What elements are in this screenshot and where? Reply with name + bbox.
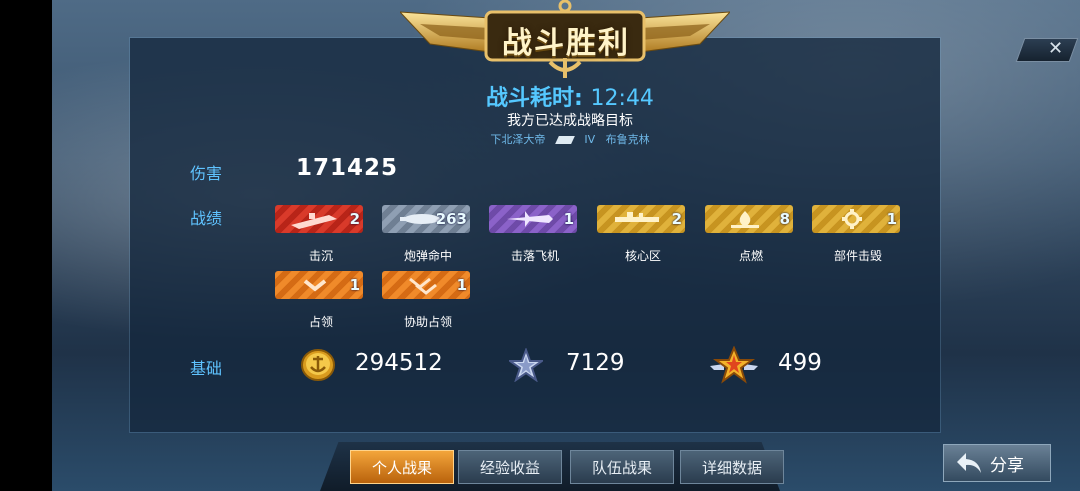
close-button[interactable] <box>1015 38 1079 62</box>
achievement-caption: 击落飞机 <box>510 249 559 263</box>
exp-value: 499 <box>778 350 822 376</box>
ship-sinking-icon <box>291 213 337 229</box>
free-exp-value: 7129 <box>566 350 625 376</box>
share-icon[interactable] <box>956 451 982 475</box>
tab-experience-earnings[interactable]: 经验收益 <box>458 450 562 484</box>
achievement-count: 1 <box>349 276 360 294</box>
achievement-caption: 炮弹命中 <box>403 249 452 263</box>
objective-text: 我方已达成战略目标 <box>507 113 633 129</box>
tab-detailed-data[interactable]: 详细数据 <box>680 450 784 484</box>
achievement-caption: 占领 <box>308 315 333 329</box>
gear-icon <box>842 209 862 229</box>
player-ship-name: 下北泽大帝 <box>490 133 546 146</box>
close-icon[interactable]: ✕ <box>1048 38 1063 59</box>
tab-personal-results[interactable]: 个人战果 <box>350 450 454 484</box>
chevron-icon <box>303 279 327 292</box>
achievement-badge-capture[interactable]: 1 <box>275 271 363 299</box>
anchor-coin-icon <box>301 349 335 381</box>
battle-duration-label: 战斗耗时: <box>486 86 583 111</box>
achievement-badge-hits[interactable]: 263 <box>382 205 470 233</box>
achievement-badge-citadel[interactable]: 2 <box>597 205 685 233</box>
coins-value: 294512 <box>355 350 443 376</box>
achievement-badge-planes[interactable]: 1 <box>489 205 577 233</box>
tab-team-results[interactable]: 队伍战果 <box>570 450 674 484</box>
achievement-count: 1 <box>563 210 574 228</box>
achievement-badge-assist-capture[interactable]: 1 <box>382 271 470 299</box>
battle-duration-value: 12:44 <box>590 86 654 111</box>
base-label: 基础 <box>190 359 223 378</box>
achievements-label: 战绩 <box>190 209 223 228</box>
page-title: 战斗胜利 <box>502 26 630 61</box>
device-edge <box>0 0 52 491</box>
achievement-count: 263 <box>435 210 467 228</box>
plane-icon <box>507 211 553 227</box>
battle-duration: 战斗耗时: 12:44 <box>430 80 710 112</box>
gold-star-icon <box>710 346 758 384</box>
damage-label: 伤害 <box>190 164 223 183</box>
achievement-badge-fire[interactable]: 8 <box>705 205 793 233</box>
achievement-caption: 击沉 <box>308 249 333 263</box>
fire-icon <box>731 211 759 228</box>
silver-star-icon <box>509 348 543 382</box>
achievement-caption: 协助占领 <box>403 315 452 329</box>
achievement-caption: 点燃 <box>738 249 763 263</box>
achievement-count: 8 <box>779 210 790 228</box>
achievement-count: 2 <box>349 210 360 228</box>
achievement-badge-modules[interactable]: 1 <box>812 205 900 233</box>
achievement-count: 2 <box>671 210 682 228</box>
achievement-count: 1 <box>456 276 467 294</box>
matchup-line: 下北泽大帝 IV 布鲁克林 <box>430 131 710 147</box>
share-button-label[interactable]: 分享 <box>990 451 1024 476</box>
achievement-caption: 核心区 <box>624 249 661 263</box>
versus-icon <box>554 136 575 144</box>
achievement-caption: 部件击毁 <box>833 249 882 263</box>
achievement-badge-sink[interactable]: 2 <box>275 205 363 233</box>
citadel-icon <box>615 212 659 222</box>
ship-class-name: 布鲁克林 <box>605 133 650 146</box>
double-chevron-icon <box>409 277 437 295</box>
ship-tier: IV <box>584 133 596 146</box>
achievement-count: 1 <box>886 210 897 228</box>
damage-value: 171425 <box>296 155 399 181</box>
